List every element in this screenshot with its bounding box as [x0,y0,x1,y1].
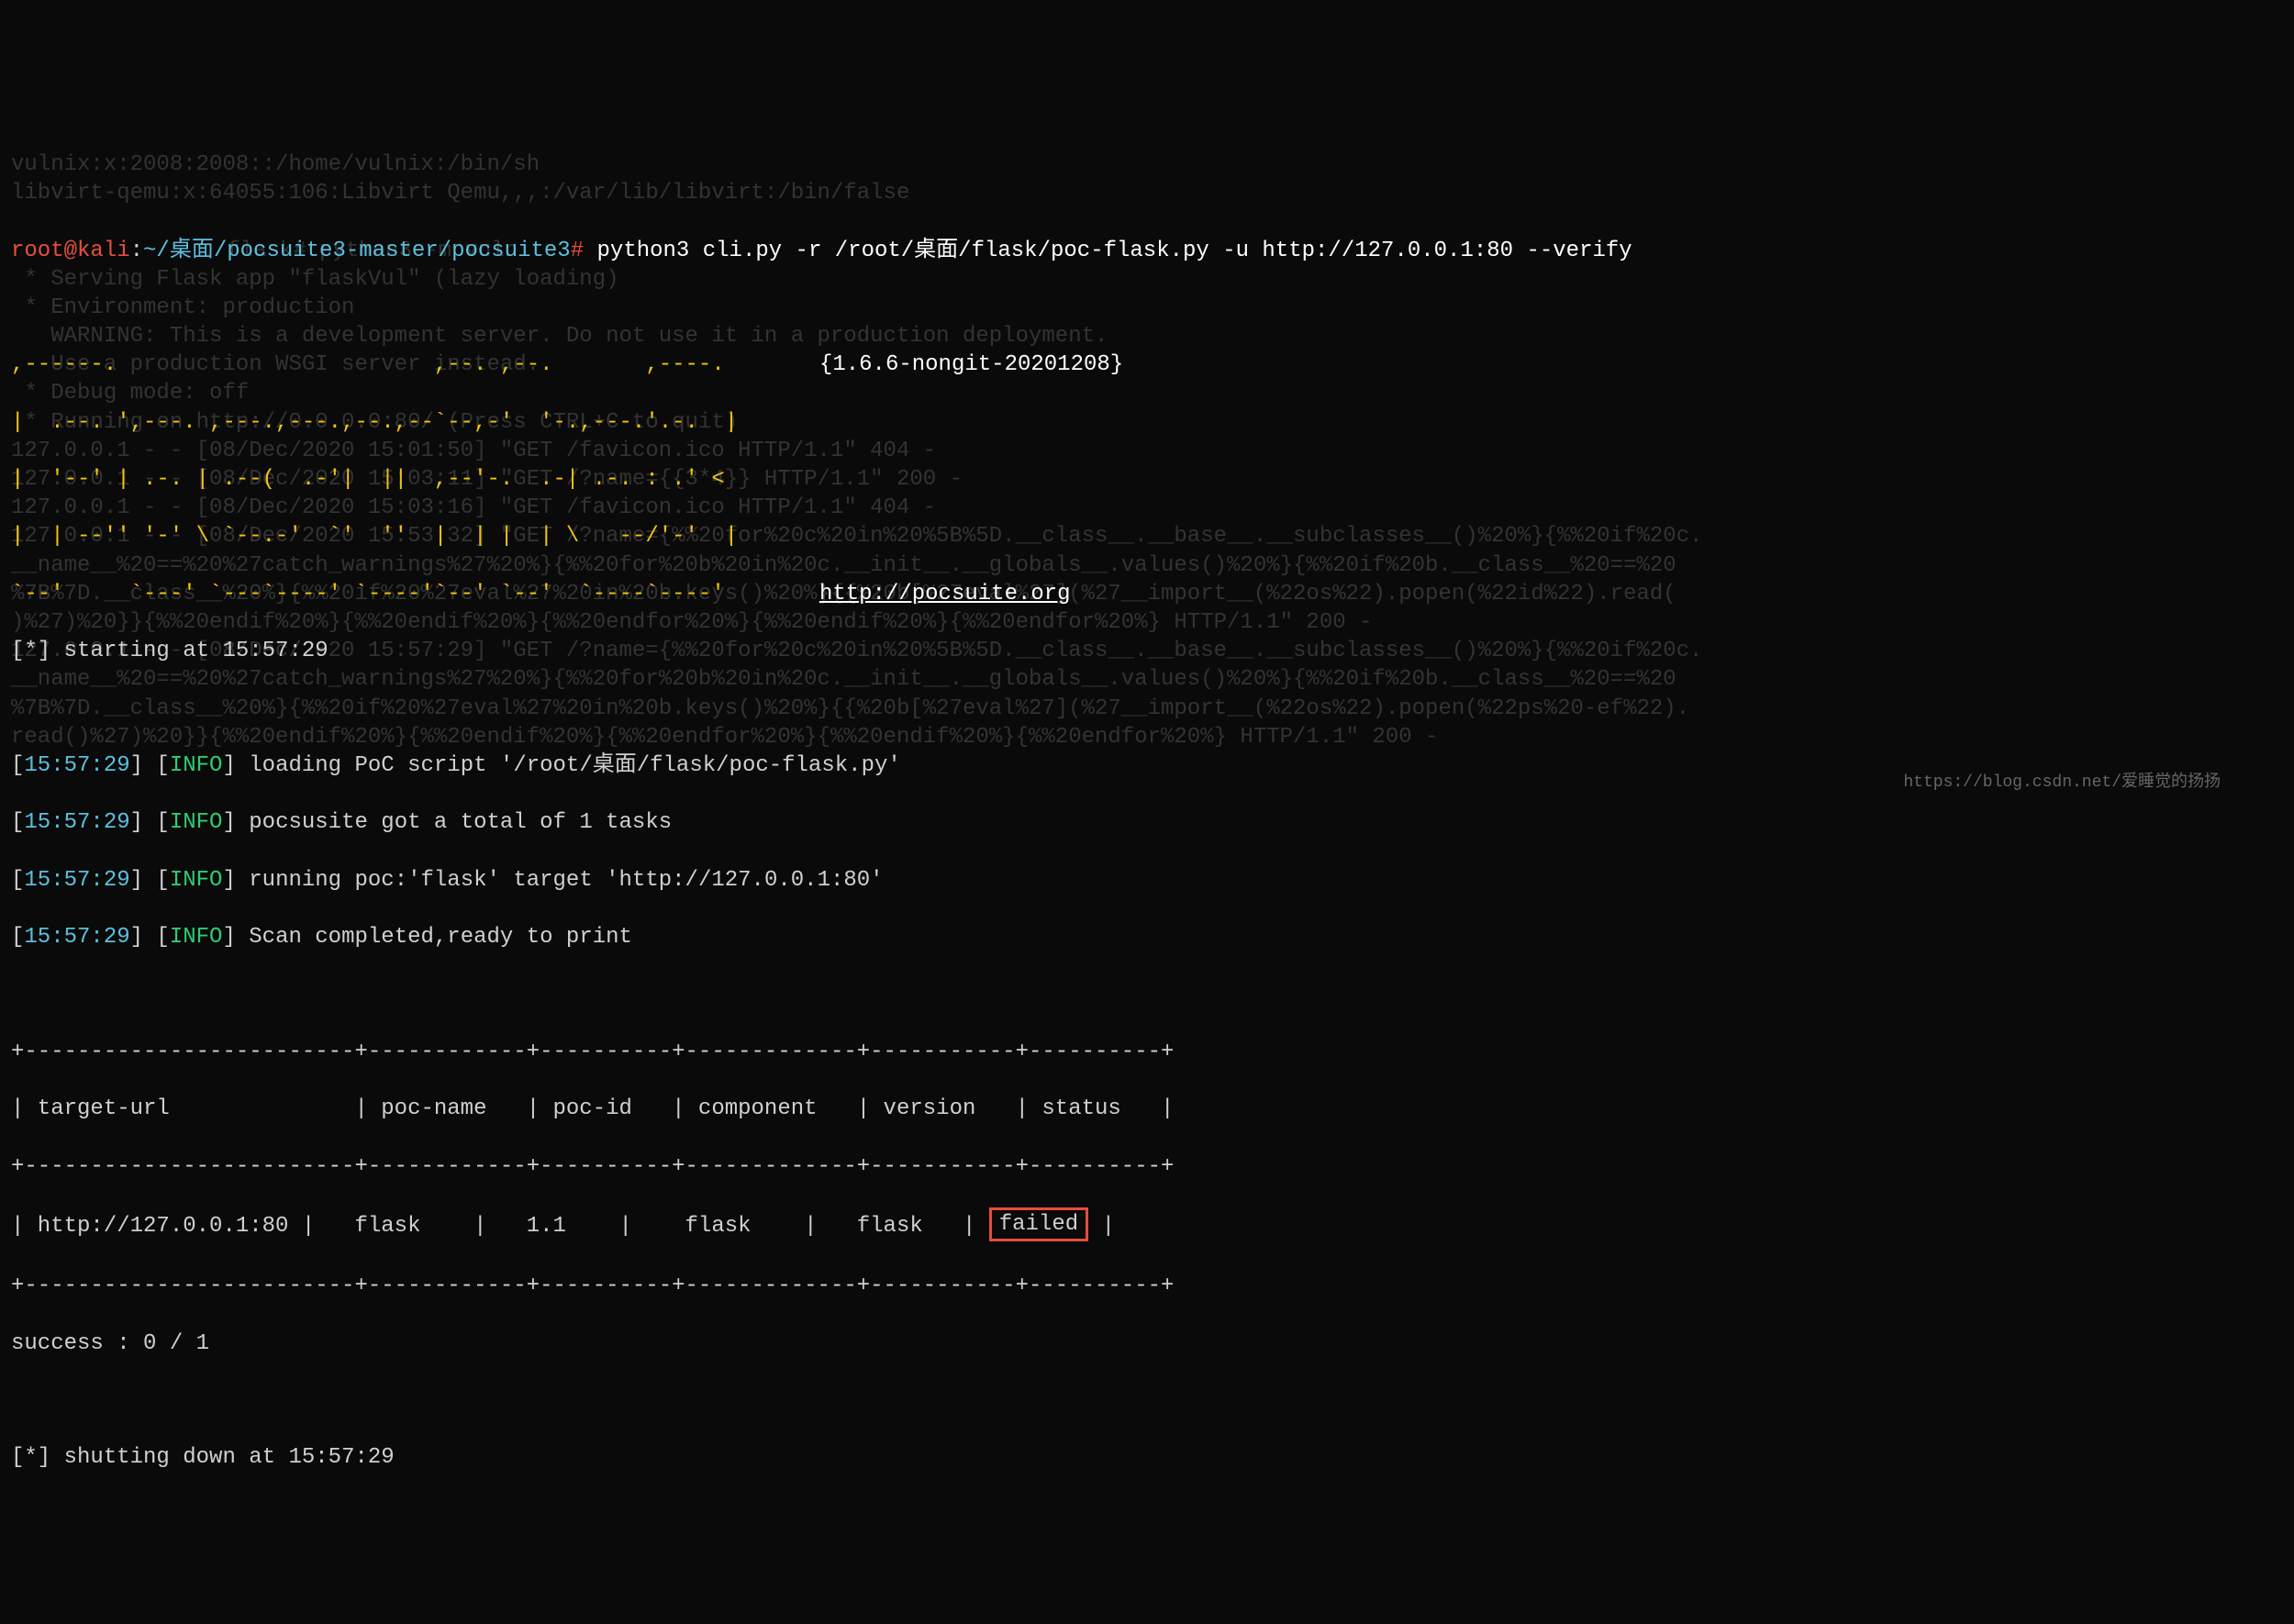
log-level: INFO [170,925,223,950]
log-ts: 15:57:29 [24,753,129,778]
table-row: | http://127.0.0.1:80 | flask | 1.1 | fl… [11,1209,2283,1243]
terminal-output: root@kali:~/桌面/pocsuite3-master/pocsuite… [11,207,2283,1500]
table-header: | target-url | poc-name | poc-id | compo… [11,1095,2283,1123]
log-level: INFO [170,810,223,835]
status-failed-highlight: failed [989,1207,1088,1241]
watermark: https://blog.csdn.net/爱睡觉的扬扬 [1903,773,2221,794]
command-text: python3 cli.py -r /root/桌面/flask/poc-fla… [597,239,1632,263]
log-level: INFO [170,753,223,778]
log-line: [15:57:29] [INFO] Scan completed,ready t… [11,923,2283,951]
start-line: [*] starting at 15:57:29 [11,637,2283,665]
log-ts: 15:57:29 [24,925,129,950]
ascii-logo-1: ,------. ,--. ,--. ,----. [11,350,764,379]
prompt-hash: # [571,239,584,263]
log-msg: running poc:'flask' target 'http://127.0… [249,868,883,893]
ascii-logo-3: | '--' | .-. | .--( .-'| || ,--'-. .-| .… [11,465,2283,494]
table-border: +-------------------------+------------+… [11,1272,2283,1300]
ascii-logo-5: `--' `---' `---`----' `----'`--' `--' `-… [11,580,764,608]
prompt-user: root@kali [11,239,130,263]
shutdown-line: [*] shutting down at 15:57:29 [11,1443,2283,1472]
summary-line: success : 0 / 1 [11,1329,2283,1358]
log-ts: 15:57:29 [24,868,129,893]
log-level: INFO [170,868,223,893]
log-ts: 15:57:29 [24,810,129,835]
status-cell: failed [999,1212,1078,1237]
prompt-line: root@kali:~/桌面/pocsuite3-master/pocsuite… [11,237,2283,265]
table-border: +-------------------------+------------+… [11,1038,2283,1066]
log-msg: loading PoC script '/root/桌面/flask/poc-f… [249,753,901,778]
log-msg: pocsusite got a total of 1 tasks [249,810,672,835]
version-tag: {1.6.6-nongit-20201208} [819,350,1123,379]
log-msg: Scan completed,ready to print [249,925,632,950]
ascii-logo-4: | | --'' '-' \ `--.-' `' '' | | | | \ --… [11,522,2283,551]
ascii-logo-2: | .--. ',---. ,---.,---.,--.,--`--,-' '-… [11,408,2283,437]
table-border: +-------------------------+------------+… [11,1152,2283,1181]
log-line: [15:57:29] [INFO] pocsusite got a total … [11,808,2283,837]
log-line: [15:57:29] [INFO] running poc:'flask' ta… [11,866,2283,895]
pocsuite-url[interactable]: http://pocsuite.org [819,580,1071,608]
prompt-path: ~/桌面/pocsuite3-master/pocsuite3 [143,239,571,263]
